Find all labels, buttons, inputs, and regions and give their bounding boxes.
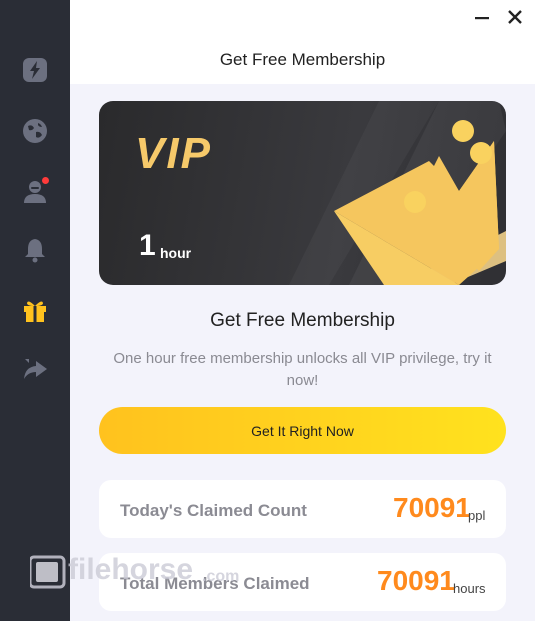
main-panel: Get Free Membership VIP 1 hour Get Free … <box>70 0 535 621</box>
close-icon <box>508 10 522 24</box>
title-bar: Get Free Membership <box>70 0 535 84</box>
notification-badge <box>42 177 49 184</box>
sidebar-item-account[interactable] <box>21 177 49 205</box>
share-icon <box>24 359 47 379</box>
globe-icon <box>23 119 47 143</box>
watermark-logo: filehorse .com <box>30 553 239 589</box>
minimize-icon <box>475 17 489 20</box>
sidebar-item-gift[interactable] <box>21 296 49 324</box>
stat-unit: hours <box>453 581 486 596</box>
gift-icon <box>24 301 46 322</box>
vip-card: VIP 1 hour <box>99 101 506 285</box>
sidebar-item-share[interactable] <box>21 355 49 383</box>
stat-today-claimed: Today's Claimed Count 70091 ppl <box>99 480 506 538</box>
boost-icon <box>23 58 47 82</box>
page-title: Get Free Membership <box>219 50 386 69</box>
duration-value: 1 <box>139 229 156 262</box>
minimize-button[interactable] <box>471 6 493 28</box>
sidebar <box>0 0 70 621</box>
close-button[interactable] <box>504 6 526 28</box>
vip-brand: VIP <box>135 129 212 178</box>
sidebar-item-boost[interactable] <box>21 56 49 84</box>
crown-icon <box>289 101 506 285</box>
stat-value: 70091 <box>377 565 455 596</box>
svg-text:.com: .com <box>202 568 239 585</box>
stat-label: Today's Claimed Count <box>120 501 307 520</box>
description: One hour free membership unlocks all VIP… <box>113 350 492 389</box>
duration-unit: hour <box>160 245 192 261</box>
stat-unit: ppl <box>468 508 486 523</box>
stat-value: 70091 <box>393 492 471 523</box>
svg-text:filehorse: filehorse <box>68 553 193 586</box>
bell-icon <box>25 239 45 263</box>
sidebar-item-globe[interactable] <box>21 117 49 145</box>
sidebar-item-notifications[interactable] <box>21 236 49 264</box>
section-title: Get Free Membership <box>210 310 395 331</box>
get-it-now-button[interactable]: Get It Right Now <box>99 407 506 454</box>
